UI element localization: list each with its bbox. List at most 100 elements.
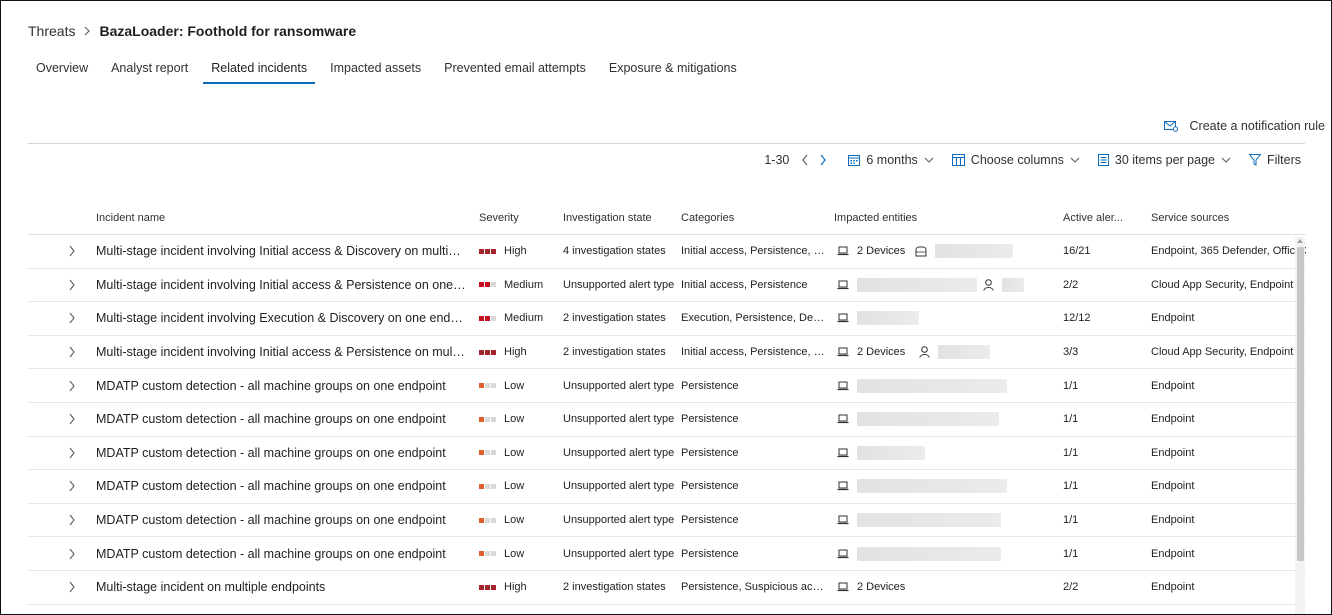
severity-bar [485, 282, 490, 288]
severity-bar [479, 517, 484, 523]
impacted-entities [834, 513, 1063, 528]
chevron-right-icon[interactable] [68, 548, 76, 560]
tab-bar: Overview Analyst report Related incident… [28, 61, 752, 84]
impacted-entities [834, 479, 1063, 494]
severity-bar [485, 349, 490, 355]
tab-impacted-assets[interactable]: Impacted assets [322, 61, 429, 84]
chevron-right-icon[interactable] [68, 346, 76, 358]
column-header-incident-name[interactable]: Incident name [96, 212, 479, 224]
categories: Persistence [681, 446, 739, 459]
incident-name-link[interactable]: MDATP custom detection - all machine gro… [96, 379, 479, 393]
laptop-icon [837, 414, 849, 424]
redacted-entity[interactable] [935, 244, 1014, 259]
incident-name-link[interactable]: MDATP custom detection - all machine gro… [96, 446, 479, 460]
severity-cell: Low [479, 548, 563, 560]
incident-name-link[interactable]: MDATP custom detection - all machine gro… [96, 412, 479, 426]
chevron-right-icon[interactable] [68, 480, 76, 492]
service-sources: Endpoint [1151, 547, 1195, 560]
incident-name-link[interactable]: Multi-stage incident involving Initial a… [96, 278, 479, 292]
impacted-entities: 2 Devices [834, 244, 1063, 259]
table-row[interactable]: Multi-stage incident involving Initial a… [28, 336, 1306, 370]
breadcrumb-threats-link[interactable]: Threats [28, 23, 75, 39]
table-row[interactable]: MDATP custom detection - all machine gro… [28, 470, 1306, 504]
scroll-up-icon[interactable] [1296, 237, 1304, 245]
chevron-down-icon [924, 157, 934, 163]
calendar-icon [848, 154, 861, 166]
column-header-categories[interactable]: Categories [681, 212, 834, 224]
severity-cell: Low [479, 413, 563, 425]
incident-name-link[interactable]: MDATP custom detection - all machine gro… [96, 547, 479, 561]
severity-bar [485, 416, 490, 422]
severity-label: Low [504, 514, 525, 527]
chevron-right-icon[interactable] [68, 514, 76, 526]
table-header: Incident name Severity Investigation sta… [28, 201, 1306, 235]
column-header-severity[interactable]: Severity [479, 212, 563, 224]
choose-columns-button[interactable]: Choose columns [951, 153, 1080, 167]
tab-analyst-report[interactable]: Analyst report [103, 61, 196, 84]
table-row[interactable]: MDATP custom detection - all machine gro… [28, 403, 1306, 437]
severity-bar [491, 551, 496, 557]
filters-button[interactable]: Filters [1248, 153, 1301, 167]
items-per-page-dropdown[interactable]: 30 items per page [1097, 153, 1231, 167]
device-count: 2 Devices [857, 346, 906, 359]
pager-next-button[interactable] [816, 152, 830, 168]
chevron-right-icon[interactable] [68, 413, 76, 425]
incident-name-link[interactable]: Multi-stage incident involving Initial a… [96, 244, 479, 258]
incident-name-link[interactable]: Multi-stage incident involving Execution… [96, 311, 479, 325]
table-row[interactable]: Multi-stage incident involving Execution… [28, 302, 1306, 336]
severity-indicator [479, 416, 497, 422]
severity-cell: High [479, 346, 563, 358]
tab-related-incidents[interactable]: Related incidents [203, 61, 316, 84]
table-row[interactable]: MDATP custom detection - all machine gro… [28, 504, 1306, 538]
redacted-entity[interactable] [938, 345, 991, 360]
redacted-entity[interactable] [1002, 277, 1024, 292]
column-header-service-sources[interactable]: Service sources [1151, 212, 1306, 224]
severity-indicator [479, 349, 497, 355]
column-header-impacted-entities[interactable]: Impacted entities [834, 212, 1063, 224]
redacted-entity[interactable] [857, 277, 977, 292]
severity-indicator [479, 315, 497, 321]
table-row[interactable]: MDATP custom detection - all machine gro… [28, 437, 1306, 471]
column-header-investigation-state[interactable]: Investigation state [563, 212, 681, 224]
severity-indicator [479, 282, 497, 288]
incident-name-link[interactable]: Multi-stage incident on multiple endpoin… [96, 580, 479, 594]
redacted-entity[interactable] [857, 513, 1001, 528]
severity-label: Low [504, 547, 525, 560]
severity-bar [491, 383, 496, 389]
tab-exposure-mitigations[interactable]: Exposure & mitigations [601, 61, 745, 84]
redacted-entity[interactable] [857, 445, 925, 460]
chevron-right-icon[interactable] [68, 312, 76, 324]
table-row[interactable]: MDATP custom detection - all machine gro… [28, 369, 1306, 403]
incident-name-link[interactable]: MDATP custom detection - all machine gro… [96, 513, 479, 527]
service-sources: Endpoint [1151, 446, 1195, 459]
table-row[interactable]: Multi-stage incident involving Initial a… [28, 269, 1306, 303]
incident-name-link[interactable]: Multi-stage incident involving Initial a… [96, 345, 479, 359]
redacted-entity[interactable] [857, 378, 1007, 393]
scrollbar-thumb[interactable] [1297, 247, 1304, 561]
redacted-entity[interactable] [857, 412, 999, 427]
chevron-right-icon[interactable] [68, 380, 76, 392]
tab-prevented-email-attempts[interactable]: Prevented email attempts [436, 61, 594, 84]
table-row[interactable]: Multi-stage incident on multiple endpoin… [28, 571, 1306, 605]
table-row[interactable]: MDATP custom detection - all machine gro… [28, 537, 1306, 571]
incident-name-link[interactable]: MDATP custom detection - all machine gro… [96, 479, 479, 493]
time-range-dropdown[interactable]: 6 months [848, 153, 934, 167]
severity-bar [479, 349, 484, 355]
column-header-active-alerts[interactable]: Active aler... [1063, 212, 1151, 224]
service-sources: Cloud App Security, Endpoint [1151, 278, 1294, 291]
pager-previous-button[interactable] [798, 152, 812, 168]
chevron-right-icon[interactable] [68, 581, 76, 593]
severity-bar [491, 584, 496, 590]
list-icon [1097, 154, 1109, 166]
table-row[interactable]: Multi-stage incident involving Initial a… [28, 235, 1306, 269]
redacted-entity[interactable] [857, 311, 919, 326]
tab-overview[interactable]: Overview [28, 61, 96, 84]
chevron-right-icon[interactable] [68, 245, 76, 257]
chevron-right-icon[interactable] [68, 279, 76, 291]
severity-bar [479, 315, 484, 321]
redacted-entity[interactable] [857, 479, 1007, 494]
investigation-state: Unsupported alert type [563, 514, 675, 527]
redacted-entity[interactable] [857, 546, 1001, 561]
chevron-right-icon[interactable] [68, 447, 76, 459]
create-notification-rule-button[interactable]: Create a notification rule [1163, 119, 1325, 133]
